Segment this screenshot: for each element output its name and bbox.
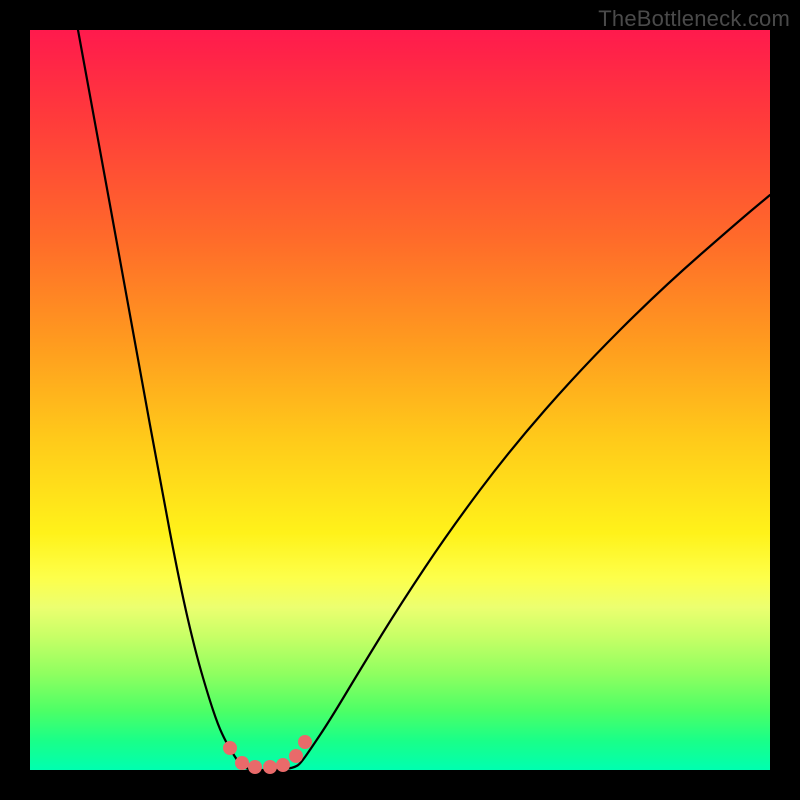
bottleneck-curve bbox=[78, 30, 770, 770]
marker-dot bbox=[248, 760, 262, 774]
watermark-text: TheBottleneck.com bbox=[598, 6, 790, 32]
marker-group bbox=[223, 735, 312, 774]
marker-dot bbox=[276, 758, 290, 772]
marker-dot bbox=[298, 735, 312, 749]
marker-dot bbox=[223, 741, 237, 755]
marker-dot bbox=[235, 756, 249, 770]
marker-dot bbox=[263, 760, 277, 774]
curve-svg bbox=[30, 30, 770, 770]
marker-dot bbox=[289, 749, 303, 763]
plot-area bbox=[30, 30, 770, 770]
